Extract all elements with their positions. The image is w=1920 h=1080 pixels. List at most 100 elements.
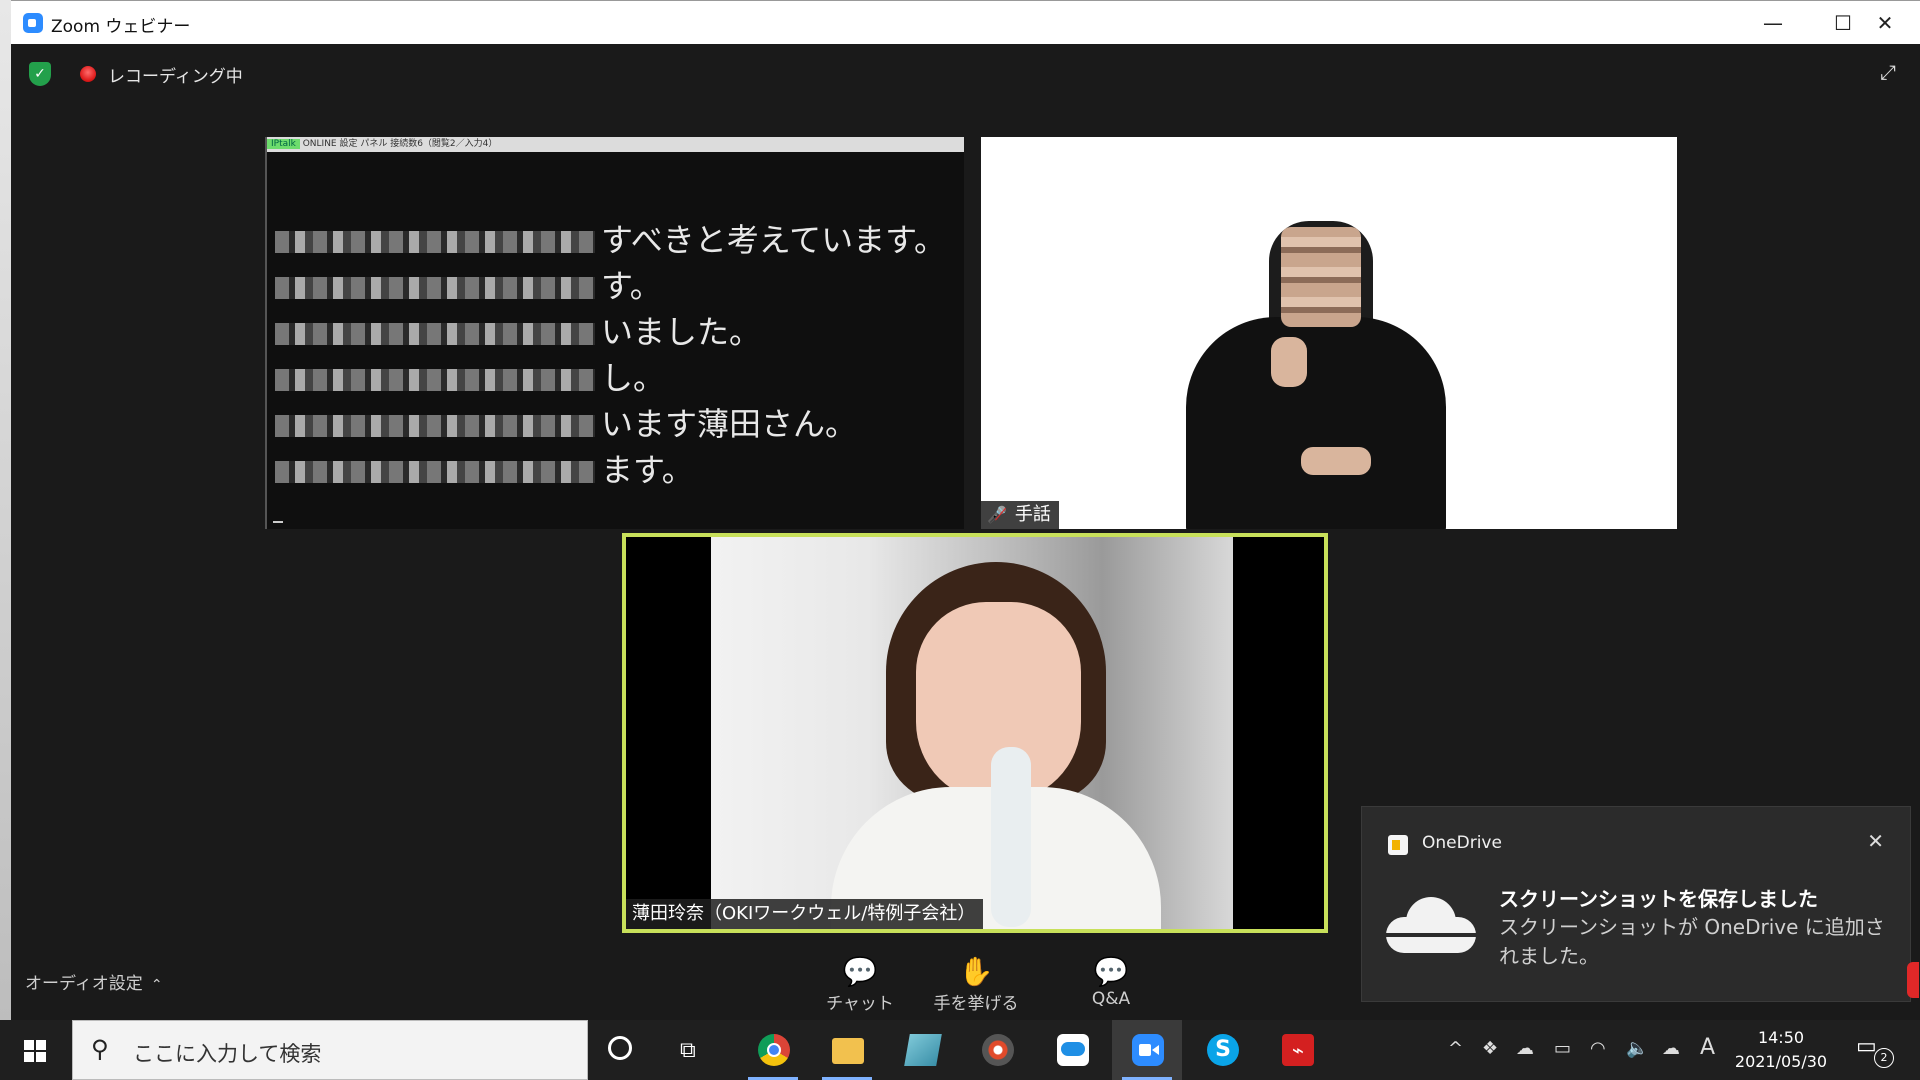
windows-taskbar: ⚲ ここに入力して検索 ⧉ S ⌁ ^ ❖ ☁ ▭ ◠ 🔈 ☁ A 14:50 … [0, 1020, 1920, 1080]
audio-settings-label: オーディオ設定 [25, 974, 143, 994]
recording-indicator-icon [80, 66, 96, 82]
online-status: IPtalk [267, 139, 300, 149]
pixelated-text [275, 277, 595, 299]
windows-logo-icon [24, 1040, 46, 1062]
file-explorer-taskbar-button[interactable] [812, 1020, 882, 1080]
notification-body: スクリーンショットが OneDrive に追加されました。 [1499, 915, 1885, 968]
pixelated-text [275, 461, 595, 483]
qa-label: Q&A [1091, 989, 1131, 1009]
chat-icon: 💬 [842, 955, 878, 988]
onedrive-taskbar-button[interactable] [1037, 1020, 1107, 1080]
participant-name-label: 🎤̸ 手話 [981, 501, 1059, 529]
recording-label: レコーディング中 [108, 67, 243, 87]
interpreter-body [1186, 317, 1446, 529]
dropbox-icon[interactable]: ❖ [1482, 1038, 1498, 1059]
date: 2021/05/30 [1734, 1052, 1828, 1071]
participant-name-label: 薄田玲奈（OKIワークウェル/特例子会社） [626, 899, 984, 929]
cloud-icon [1386, 897, 1476, 953]
folder-icon [832, 1038, 864, 1064]
task-view-icon: ⧉ [680, 1038, 696, 1063]
zoom-app-icon [23, 13, 43, 33]
zoom-icon [1132, 1034, 1164, 1066]
caption-toolbar-text: ONLINE 設定 パネル 接続数6（閲覧2／入力4） [302, 139, 498, 149]
caption-toolbar: IPtalk ONLINE 設定 パネル 接続数6（閲覧2／入力4） [267, 137, 964, 152]
notification-app-name: OneDrive [1422, 833, 1502, 853]
pixelated-text [275, 323, 595, 345]
sign-language-video-tile[interactable]: 🎤̸ 手話 [981, 137, 1677, 529]
close-button[interactable]: ✕ [1850, 1, 1920, 45]
speaker-tube [991, 747, 1031, 927]
onedrive-icon [1057, 1034, 1089, 1066]
cortana-button[interactable] [588, 1020, 658, 1080]
notification-heading: スクリーンショットを保存しました [1499, 887, 1818, 911]
volume-icon[interactable]: 🔈 [1626, 1038, 1648, 1059]
notification-center-icon[interactable]: ▭ 2 [1856, 1034, 1894, 1068]
clock[interactable]: 14:50 2021/05/30 [1726, 1026, 1836, 1074]
background-window-edge [0, 0, 11, 1020]
chat-label: チャット [826, 994, 894, 1014]
disc-icon [982, 1034, 1014, 1066]
zoom-taskbar-button[interactable] [1112, 1020, 1182, 1080]
chevron-up-icon[interactable]: ⌃ [151, 977, 163, 993]
mic-muted-icon: 🎤̸ [987, 505, 1007, 524]
red-edge-tab [1907, 962, 1919, 998]
raise-hand-button[interactable]: ✋ 手を挙げる [931, 955, 1021, 1014]
notification-close-icon[interactable]: ✕ [1867, 829, 1884, 853]
raise-hand-icon: ✋ [958, 955, 994, 988]
qa-icon: 💬 [1093, 955, 1129, 988]
caption-line: し。 [275, 353, 665, 399]
meeting-top-bar: ✓ レコーディング中 ⤢ [11, 44, 1920, 104]
raise-hand-label: 手を挙げる [933, 994, 1019, 1014]
app-taskbar-button[interactable] [887, 1020, 957, 1080]
media-taskbar-button[interactable] [962, 1020, 1032, 1080]
participant-name: 手話 [1014, 504, 1051, 525]
pixelated-text [275, 231, 595, 253]
title-bar: Zoom ウェビナー — ☐ ✕ [11, 0, 1920, 44]
minimize-button[interactable]: — [1738, 1, 1808, 45]
battery-icon[interactable]: ▭ [1554, 1038, 1571, 1059]
active-speaker-video-tile[interactable]: 薄田玲奈（OKIワークウェル/特例子会社） [622, 533, 1328, 933]
interpreter-face-blurred [1281, 227, 1361, 327]
pixelated-text [275, 415, 595, 437]
time: 14:50 [1757, 1028, 1805, 1047]
skype-icon: S [1207, 1034, 1239, 1066]
search-placeholder: ここに入力して検索 [133, 1042, 322, 1066]
caption-line: いました。 [275, 307, 761, 353]
cortana-icon [608, 1036, 632, 1060]
speaker-video [711, 537, 1233, 929]
chat-button[interactable]: 💬 チャット [815, 955, 905, 1014]
start-button[interactable] [0, 1020, 70, 1080]
notepad-icon [904, 1034, 942, 1066]
onedrive-tray-icon[interactable]: ☁ [1662, 1038, 1680, 1059]
taskbar-search-box[interactable]: ⚲ ここに入力して検索 [72, 1020, 588, 1080]
wifi-icon[interactable]: ◠ [1590, 1038, 1606, 1059]
onedrive-app-icon [1388, 835, 1408, 855]
text-cursor [273, 521, 283, 523]
interpreter-hand [1301, 447, 1371, 475]
cloud-sync-icon[interactable]: ☁ [1516, 1038, 1534, 1059]
chrome-icon [758, 1034, 790, 1066]
search-icon: ⚲ [91, 1035, 109, 1063]
notification-count-badge: 2 [1874, 1048, 1894, 1068]
chrome-taskbar-button[interactable] [738, 1020, 808, 1080]
caption-line: います薄田さん。 [275, 399, 857, 445]
acrobat-taskbar-button[interactable]: ⌁ [1262, 1020, 1332, 1080]
interpreter-hand [1271, 337, 1307, 387]
audio-settings-button[interactable]: オーディオ設定 ⌃ [25, 969, 163, 994]
caption-line: ます。 [275, 445, 694, 491]
security-shield-icon[interactable]: ✓ [29, 62, 51, 86]
show-hidden-icons-chevron-icon[interactable]: ^ [1448, 1038, 1463, 1059]
zoom-webinar-window: Zoom ウェビナー — ☐ ✕ ✓ レコーディング中 ⤢ IPtalk ONL… [11, 0, 1920, 1020]
ime-indicator[interactable]: A [1700, 1035, 1715, 1060]
caption-screen-tile: IPtalk ONLINE 設定 パネル 接続数6（閲覧2／入力4） すべきと考… [265, 137, 964, 529]
pixelated-text [275, 369, 595, 391]
acrobat-icon: ⌁ [1282, 1034, 1314, 1066]
qa-button[interactable]: 💬 Q&A [1066, 955, 1156, 1009]
onedrive-notification[interactable]: OneDrive ✕ スクリーンショットを保存しました スクリーンショットが O… [1361, 806, 1911, 1002]
fullscreen-icon[interactable]: ⤢ [1876, 60, 1900, 84]
window-title: Zoom ウェビナー [51, 17, 191, 37]
caption-line: すべきと考えています。 [275, 215, 946, 261]
caption-line: す。 [275, 261, 662, 307]
skype-taskbar-button[interactable]: S [1187, 1020, 1257, 1080]
task-view-button[interactable]: ⧉ [660, 1020, 730, 1080]
